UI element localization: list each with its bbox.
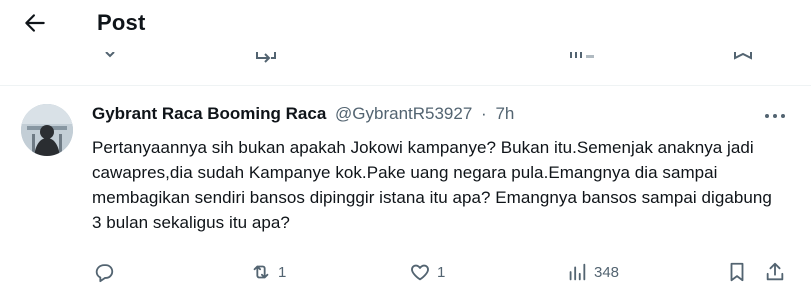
share-icon [766,262,784,281]
arrow-left-icon[interactable] [22,10,48,36]
author-handle[interactable]: @GybrantR53927 [335,104,472,123]
more-horizontal-icon[interactable] [762,108,788,124]
heart-icon [411,264,429,281]
views-icon-partial [570,52,594,58]
repost-count: 1 [278,263,287,281]
repost-button[interactable]: 1 [250,260,286,284]
bookmark-icon [730,262,744,282]
avatar[interactable] [21,104,73,156]
separator-dot: · [481,104,487,123]
post-text: Pertanyaannya sih bukan apakah Jokowi ka… [92,138,772,232]
previous-post-actions-partial [0,52,811,70]
like-button[interactable]: 1 [409,260,445,284]
author-name[interactable]: Gybrant Raca Booming Raca [92,104,326,123]
page-title: Post [97,10,146,35]
author-line: Gybrant Raca Booming Raca @GybrantR53927… [92,104,514,124]
bookmark-icon-partial [734,52,752,60]
bookmark-button[interactable] [726,260,748,284]
views-count: 348 [594,263,620,281]
repost-icon-partial [256,52,276,63]
reply-button[interactable] [93,260,121,284]
share-button[interactable] [764,260,786,284]
like-count: 1 [437,263,446,281]
post-time[interactable]: 7h [495,104,514,123]
post[interactable]: Gybrant Raca Booming Raca @GybrantR53927… [0,86,811,300]
avatar-image [21,104,73,156]
comment-icon [95,264,114,283]
post-actions: 1 1 348 [0,256,811,292]
share-icon-partial [105,52,115,58]
repost-icon [253,265,269,279]
post-header: Post [0,0,811,52]
bar-chart-icon [569,263,586,281]
views-button[interactable]: 348 [566,260,619,284]
